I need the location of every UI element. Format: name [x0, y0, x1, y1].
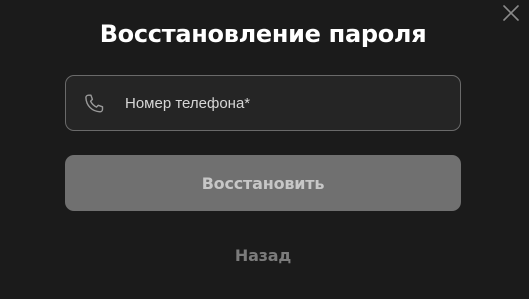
back-link-container: Назад — [0, 244, 526, 268]
phone-input[interactable] — [125, 76, 445, 130]
back-link[interactable]: Назад — [235, 246, 291, 265]
restore-button[interactable]: Восстановить — [65, 155, 461, 211]
phone-field[interactable] — [65, 75, 461, 131]
modal-title: Восстановление пароля — [99, 20, 427, 48]
password-recovery-modal: Восстановление пароля Восстановить Назад — [0, 0, 529, 299]
phone-icon — [85, 94, 104, 113]
